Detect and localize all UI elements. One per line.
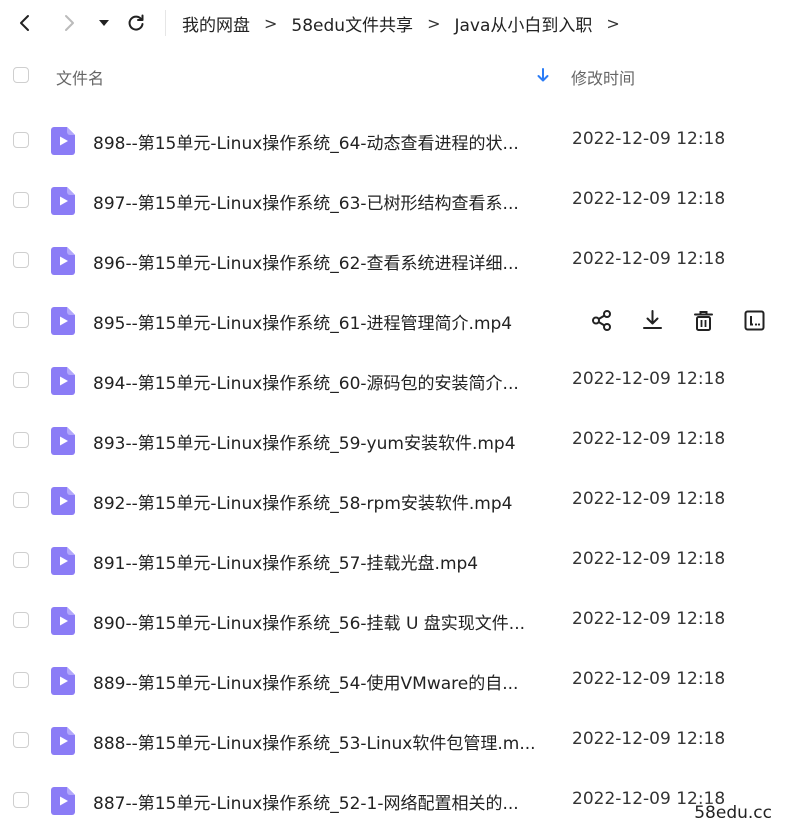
more-icon	[744, 310, 764, 330]
history-dropdown-button[interactable]	[91, 10, 117, 36]
video-file-icon	[51, 247, 75, 275]
breadcrumb: 我的网盘 > 58edu文件共享 > Java从小白到入职 >	[182, 10, 634, 36]
arrow-down-icon[interactable]	[535, 66, 551, 84]
file-name[interactable]: 893--第15单元-Linux操作系统_59-yum安装软件.mp4	[93, 429, 543, 454]
video-file-icon	[51, 427, 75, 455]
file-name[interactable]: 888--第15单元-Linux操作系统_53-Linux软件包管理.m...	[93, 729, 543, 754]
download-icon	[642, 309, 662, 329]
row-checkbox[interactable]	[13, 192, 29, 208]
watermark: 58edu.cc	[694, 803, 772, 823]
row-checkbox[interactable]	[13, 552, 29, 568]
caret-down-icon	[99, 20, 109, 26]
select-all-checkbox[interactable]	[13, 67, 29, 83]
row-checkbox[interactable]	[13, 252, 29, 268]
modified-time: 2022-12-09 12:18	[572, 549, 726, 569]
breadcrumb-item-share[interactable]: 58edu文件共享	[291, 11, 413, 36]
table-row[interactable]: 892--第15单元-Linux操作系统_58-rpm安装软件.mp4 2022-…	[0, 470, 786, 530]
file-name[interactable]: 894--第15单元-Linux操作系统_60-源码包的安装简介...	[93, 369, 543, 394]
row-checkbox[interactable]	[13, 492, 29, 508]
file-name[interactable]: 889--第15单元-Linux操作系统_54-使用VMware的自...	[93, 669, 543, 694]
video-file-icon	[51, 367, 75, 395]
row-checkbox[interactable]	[13, 372, 29, 388]
file-name[interactable]: 895--第15单元-Linux操作系统_61-进程管理简介.mp4	[93, 309, 543, 334]
chevron-left-icon	[20, 15, 29, 31]
breadcrumb-separator: >	[606, 13, 620, 33]
video-file-icon	[51, 487, 75, 515]
table-row[interactable]: 890--第15单元-Linux操作系统_56-挂载 U 盘实现文件... 202…	[0, 590, 786, 650]
table-row[interactable]: 896--第15单元-Linux操作系统_62-查看系统进程详细... 2022-…	[0, 230, 786, 290]
modified-time: 2022-12-09 12:18	[572, 189, 726, 209]
modified-time: 2022-12-09 12:18	[572, 609, 726, 629]
video-file-icon	[51, 667, 75, 695]
modified-time: 2022-12-09 12:18	[572, 669, 726, 689]
breadcrumb-item-root[interactable]: 我的网盘	[182, 11, 250, 36]
row-checkbox[interactable]	[13, 312, 29, 328]
video-file-icon	[51, 787, 75, 815]
column-header-name[interactable]: 文件名	[56, 65, 104, 89]
file-name[interactable]: 890--第15单元-Linux操作系统_56-挂载 U 盘实现文件...	[93, 609, 543, 634]
toolbar-divider	[165, 10, 166, 36]
modified-time: 2022-12-09 12:18	[572, 429, 726, 449]
file-name[interactable]: 887--第15单元-Linux操作系统_52-1-网络配置相关的...	[93, 789, 543, 814]
chevron-right-icon	[65, 15, 74, 31]
file-name[interactable]: 897--第15单元-Linux操作系统_63-已树形结构查看系...	[93, 189, 543, 214]
modified-time: 2022-12-09 12:18	[572, 489, 726, 509]
video-file-icon	[51, 547, 75, 575]
table-row[interactable]: 888--第15单元-Linux操作系统_53-Linux软件包管理.m... 2…	[0, 710, 786, 770]
modified-time: 2022-12-09 12:18	[572, 249, 726, 269]
row-checkbox[interactable]	[13, 792, 29, 808]
row-checkbox[interactable]	[13, 132, 29, 148]
share-button[interactable]	[586, 306, 616, 334]
back-button[interactable]	[12, 10, 38, 36]
row-checkbox[interactable]	[13, 672, 29, 688]
toolbar: 我的网盘 > 58edu文件共享 > Java从小白到入职 >	[0, 0, 786, 48]
file-name[interactable]: 891--第15单元-Linux操作系统_57-挂载光盘.mp4	[93, 549, 543, 574]
refresh-icon	[128, 14, 144, 31]
row-actions	[586, 306, 786, 334]
column-header-modified-time[interactable]: 修改时间	[571, 65, 635, 89]
table-row[interactable]: 893--第15单元-Linux操作系统_59-yum安装软件.mp4 2022-…	[0, 410, 786, 470]
refresh-button[interactable]	[123, 10, 149, 36]
breadcrumb-item-current[interactable]: Java从小白到入职	[454, 11, 592, 36]
table-row[interactable]: 889--第15单元-Linux操作系统_54-使用VMware的自... 202…	[0, 650, 786, 710]
video-file-icon	[51, 187, 75, 215]
breadcrumb-separator: >	[427, 13, 441, 33]
table-row[interactable]: 891--第15单元-Linux操作系统_57-挂载光盘.mp4 2022-12-…	[0, 530, 786, 590]
table-header: 文件名 修改时间	[0, 52, 786, 98]
file-name[interactable]: 892--第15单元-Linux操作系统_58-rpm安装软件.mp4	[93, 489, 543, 514]
table-row[interactable]: 897--第15单元-Linux操作系统_63-已树形结构查看系... 2022-…	[0, 170, 786, 230]
forward-button[interactable]	[56, 10, 82, 36]
table-row[interactable]: 898--第15单元-Linux操作系统_64-动态查看进程的状... 2022-…	[0, 110, 786, 170]
video-file-icon	[51, 307, 75, 335]
table-row[interactable]: 887--第15单元-Linux操作系统_52-1-网络配置相关的... 2022…	[0, 770, 786, 830]
more-button[interactable]	[739, 306, 769, 334]
file-name[interactable]: 896--第15单元-Linux操作系统_62-查看系统进程详细...	[93, 249, 543, 274]
delete-icon	[693, 310, 713, 331]
table-row[interactable]: 895--第15单元-Linux操作系统_61-进程管理简介.mp4	[0, 290, 786, 350]
modified-time: 2022-12-09 12:18	[572, 729, 726, 749]
breadcrumb-separator: >	[264, 13, 278, 33]
row-checkbox[interactable]	[13, 432, 29, 448]
video-file-icon	[51, 727, 75, 755]
video-file-icon	[51, 127, 75, 155]
row-checkbox[interactable]	[13, 732, 29, 748]
share-icon	[591, 309, 611, 331]
row-checkbox[interactable]	[13, 612, 29, 628]
modified-time: 2022-12-09 12:18	[572, 129, 726, 149]
delete-button[interactable]	[688, 306, 718, 334]
modified-time: 2022-12-09 12:18	[572, 369, 726, 389]
table-row[interactable]: 894--第15单元-Linux操作系统_60-源码包的安装简介... 2022-…	[0, 350, 786, 410]
file-name[interactable]: 898--第15单元-Linux操作系统_64-动态查看进程的状...	[93, 129, 543, 154]
download-button[interactable]	[637, 306, 667, 334]
video-file-icon	[51, 607, 75, 635]
